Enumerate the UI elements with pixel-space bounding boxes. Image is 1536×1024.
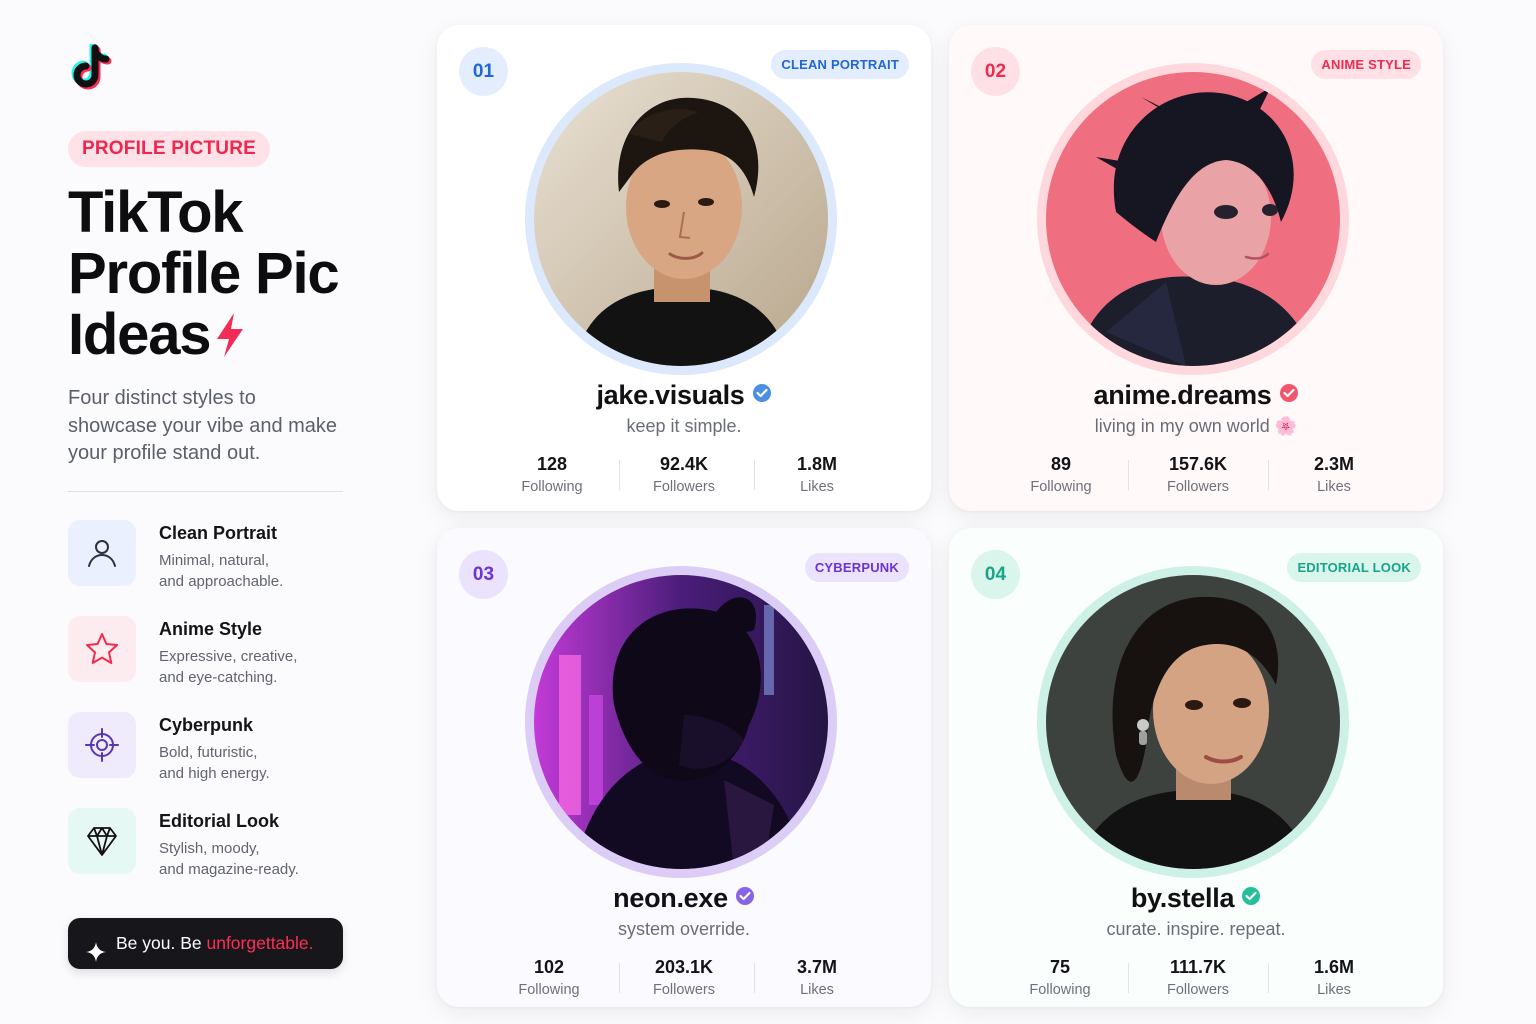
stat-followers[interactable]: 92.4K Followers xyxy=(619,454,749,495)
profile-card-editorial-look[interactable]: 04 EDITORIAL LOOK by.stella curate. insp… xyxy=(949,528,1443,1007)
feature-clean-portrait[interactable]: Clean Portrait Minimal, natural, and appr… xyxy=(68,520,358,590)
stat-following[interactable]: 102 Following xyxy=(484,957,614,998)
avatar-ring xyxy=(525,63,837,375)
stat-following[interactable]: 89 Following xyxy=(996,454,1126,495)
feature-desc: Minimal, natural, and approachable. xyxy=(159,552,284,590)
stats-row: 128 Following 92.4K Followers 1.8M Likes xyxy=(487,454,881,498)
feature-anime-style[interactable]: Anime Style Expressive, creative, and eye… xyxy=(68,616,358,686)
feature-editorial-look[interactable]: Editorial Look Stylish, moody, and magazi… xyxy=(68,808,358,878)
style-tag: CYBERPUNK xyxy=(804,553,909,582)
verified-badge-icon xyxy=(735,882,755,905)
verified-badge-icon xyxy=(752,379,772,402)
stat-followers[interactable]: 157.6K Followers xyxy=(1133,454,1263,495)
tiktok-logo-icon[interactable] xyxy=(68,42,112,96)
tagline-accent: unforgettable. xyxy=(206,933,314,953)
feature-desc: Stylish, moody, and magazine-ready. xyxy=(159,840,299,878)
stat-following[interactable]: 75 Following xyxy=(995,957,1125,998)
sparkle-icon xyxy=(85,932,107,962)
avatar[interactable] xyxy=(534,575,828,869)
card-number: 01 xyxy=(459,47,508,96)
card-number: 02 xyxy=(971,47,1020,96)
bio: keep it simple. xyxy=(626,416,742,436)
profile-card-anime-style[interactable]: 02 ANIME STYLE anime.dreams living in my… xyxy=(949,25,1443,511)
stat-divider xyxy=(1128,460,1129,490)
diamond-icon xyxy=(68,808,136,874)
stats-row: 89 Following 157.6K Followers 2.3M Likes xyxy=(999,454,1393,498)
avatar-ring xyxy=(1037,566,1349,878)
bio: system override. xyxy=(617,919,751,939)
profile-card-cyberpunk[interactable]: 03 CYBERPUNK neon.exe system override. 1… xyxy=(437,528,931,1007)
feature-cyberpunk[interactable]: Cyberpunk Bold, futuristic, and high ener… xyxy=(68,712,358,782)
style-tag: CLEAN PORTRAIT xyxy=(771,50,909,79)
username: by.stella xyxy=(949,882,1443,914)
verified-badge-icon xyxy=(1279,379,1299,402)
feature-title: Editorial Look xyxy=(159,811,280,831)
lightning-icon xyxy=(214,308,246,357)
stat-divider xyxy=(1128,963,1129,993)
stat-likes[interactable]: 3.7M Likes xyxy=(752,957,882,998)
username: jake.visuals xyxy=(437,379,931,411)
verified-badge-icon xyxy=(1241,882,1261,905)
tagline-text: Be you. Be xyxy=(116,933,207,953)
avatar-ring xyxy=(1037,63,1349,375)
stat-likes[interactable]: 1.8M Likes xyxy=(752,454,882,495)
username: neon.exe xyxy=(437,882,931,914)
stat-following[interactable]: 128 Following xyxy=(487,454,617,495)
section-pill: PROFILE PICTURE xyxy=(68,131,271,167)
page-description: Four distinct styles to showcase your vi… xyxy=(68,387,338,464)
stats-row: 75 Following 111.7K Followers 1.6M Likes xyxy=(999,957,1393,1001)
card-number: 04 xyxy=(971,550,1020,599)
bio: curate. inspire. repeat. xyxy=(1106,919,1286,939)
star-icon xyxy=(68,616,136,682)
tagline-button[interactable]: Be you. Be unforgettable. xyxy=(68,918,343,969)
user-icon xyxy=(68,520,136,586)
feature-title: Anime Style xyxy=(159,619,263,639)
crosshair-icon xyxy=(68,712,136,778)
stats-row: 102 Following 203.1K Followers 3.7M Likes xyxy=(487,957,881,1001)
profile-card-clean-portrait[interactable]: 01 CLEAN PORTRAIT jake.visuals keep it s… xyxy=(437,25,931,511)
feature-title: Clean Portrait xyxy=(159,523,278,543)
avatar[interactable] xyxy=(1046,575,1340,869)
avatar[interactable] xyxy=(534,72,828,366)
feature-title: Cyberpunk xyxy=(159,715,254,735)
page-title: TikTok Profile Pic Ideas xyxy=(68,182,368,365)
avatar[interactable] xyxy=(1046,72,1340,366)
feature-desc: Bold, futuristic, and high energy. xyxy=(159,744,270,782)
stat-likes[interactable]: 1.6M Likes xyxy=(1269,957,1399,998)
headline-line-1: TikTok xyxy=(68,180,244,245)
stat-likes[interactable]: 2.3M Likes xyxy=(1269,454,1399,495)
headline-line-3: Ideas xyxy=(68,302,212,367)
avatar-ring xyxy=(525,566,837,878)
stat-followers[interactable]: 203.1K Followers xyxy=(619,957,749,998)
headline-line-2: Profile Pic xyxy=(68,241,340,306)
feature-desc: Expressive, creative, and eye-catching. xyxy=(159,648,298,686)
card-number: 03 xyxy=(459,550,508,599)
style-tag: EDITORIAL LOOK xyxy=(1287,553,1421,582)
stat-followers[interactable]: 111.7K Followers xyxy=(1133,957,1263,998)
divider xyxy=(68,491,343,492)
sidebar: PROFILE PICTURE TikTok Profile Pic Ideas… xyxy=(68,0,358,1024)
style-tag: ANIME STYLE xyxy=(1311,50,1421,79)
username: anime.dreams xyxy=(949,379,1443,411)
bio: living in my own world 🌸 xyxy=(1094,416,1298,436)
